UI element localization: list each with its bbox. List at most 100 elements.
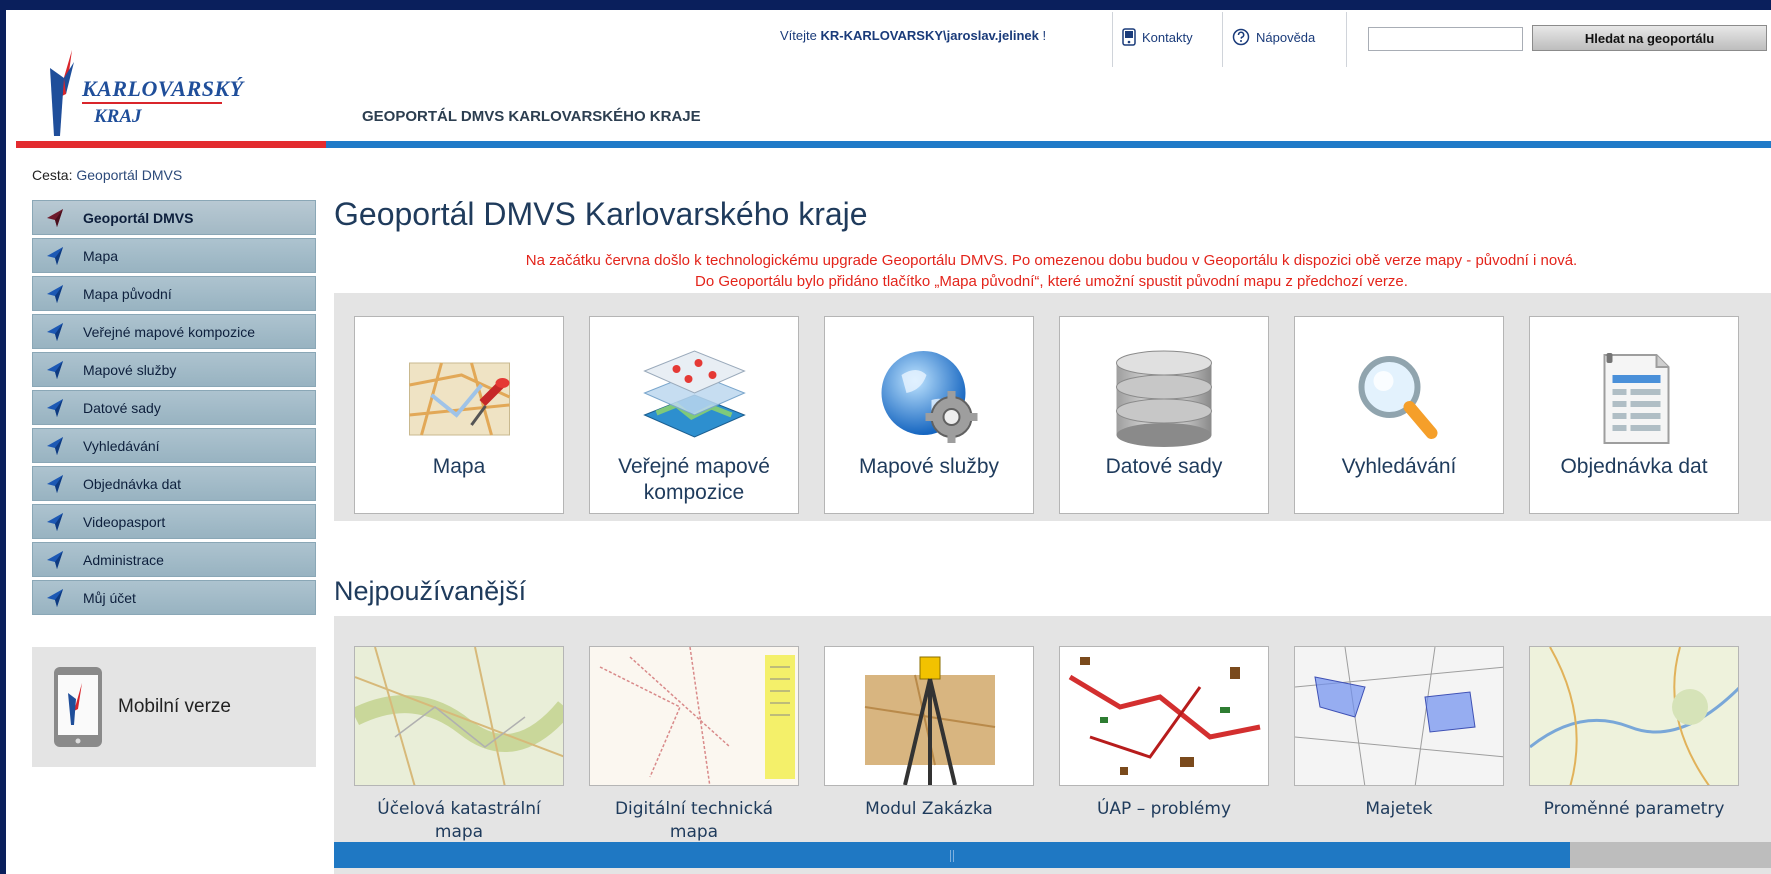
nav-arrow-icon	[47, 588, 63, 607]
header-divider	[1346, 12, 1347, 67]
sidebar-item-label: Mapové služby	[83, 361, 177, 378]
sidebar-item-muj-ucet[interactable]: Můj účet	[32, 580, 316, 615]
sidebar-item-label: Datové sady	[83, 399, 161, 416]
mobile-version-label: Mobilní verze	[118, 696, 231, 717]
breadcrumb-label: Cesta:	[32, 167, 73, 183]
tile-verejne-mapove-kompozice[interactable]: Veřejné mapové kompozice	[589, 316, 799, 514]
database-icon	[1116, 350, 1212, 447]
most-used-item[interactable]: Proměnné parametry	[1529, 646, 1739, 821]
sidebar-item-label: Mapa původní	[83, 285, 172, 302]
logo-text-line2: KRAJ	[94, 106, 142, 127]
tile-objednavka-dat[interactable]: Objednávka dat	[1529, 316, 1739, 514]
most-used-heading: Nejpoužívanější	[334, 576, 527, 606]
logo-underline	[82, 102, 222, 104]
username[interactable]: KR-KARLOVARSKY\jaroslav.jelinek	[820, 28, 1038, 43]
contacts-label: Kontakty	[1142, 29, 1193, 45]
most-used-carousel: Účelová katastrální mapa Digitální techn…	[334, 616, 1771, 874]
nav-arrow-icon	[47, 550, 63, 569]
notice-line-2: Do Geoportálu bylo přidáno tlačítko „Map…	[695, 273, 1408, 290]
sidebar-item-geoportal-dmvs[interactable]: Geoportál DMVS	[32, 200, 316, 235]
sidebar-item-label: Veřejné mapové kompozice	[83, 323, 255, 340]
header: KARLOVARSKÝ KRAJ GEOPORTÁL DMVS KARLOVAR…	[6, 10, 1771, 150]
sidebar-item-videopasport[interactable]: Videopasport	[32, 504, 316, 539]
welcome-suffix: !	[1038, 28, 1047, 43]
property-thumbnail	[1294, 646, 1504, 786]
sidebar-item-datove-sady[interactable]: Datové sady	[32, 390, 316, 425]
search-button[interactable]: Hledat na geoportálu	[1532, 25, 1767, 51]
most-used-label: Digitální technická mapa	[614, 799, 774, 842]
sidebar-item-label: Geoportál DMVS	[83, 209, 194, 226]
order-form-icon	[1603, 353, 1670, 444]
most-used-item[interactable]: Majetek	[1294, 646, 1504, 821]
logo-swoosh-icon	[50, 50, 74, 136]
help-icon	[1232, 28, 1250, 46]
most-used-item[interactable]: Digitální technická mapa	[589, 646, 799, 844]
help-link[interactable]: Nápověda	[1232, 28, 1315, 46]
sidebar-item-vyhledavani[interactable]: Vyhledávání	[32, 428, 316, 463]
order-module-thumbnail	[824, 646, 1034, 786]
nav-arrow-icon	[47, 284, 63, 303]
page: KARLOVARSKÝ KRAJ GEOPORTÁL DMVS KARLOVAR…	[6, 10, 1771, 874]
tile-label: Datové sady	[1105, 455, 1223, 478]
scrollbar-thumb[interactable]	[334, 842, 1570, 868]
nav-arrow-icon	[47, 474, 63, 493]
map-pin-icon	[409, 362, 511, 436]
welcome-prefix: Vítejte	[780, 28, 817, 43]
sidebar-item-administrace[interactable]: Administrace	[32, 542, 316, 577]
header-divider	[1222, 12, 1223, 67]
cadastral-map-thumbnail	[354, 646, 564, 786]
upgrade-notice: Na začátku června došlo k technologickém…	[334, 250, 1769, 292]
most-used-item[interactable]: Modul Zakázka	[824, 646, 1034, 821]
tile-mapa[interactable]: Mapa	[354, 316, 564, 514]
sidebar-item-mapa-puvodni[interactable]: Mapa původní	[32, 276, 316, 311]
sidebar-item-verejne-mapove-kompozice[interactable]: Veřejné mapové kompozice	[32, 314, 316, 349]
sidebar-item-label: Administrace	[83, 551, 164, 568]
most-used-label: Modul Zakázka	[865, 799, 993, 819]
tile-vyhledavani[interactable]: Vyhledávání	[1294, 316, 1504, 514]
contacts-link[interactable]: Kontakty	[1122, 28, 1193, 46]
scrollbar-grip-icon	[949, 850, 954, 862]
nav-arrow-icon	[47, 512, 63, 531]
sidebar-item-mapove-sluzby[interactable]: Mapové služby	[32, 352, 316, 387]
welcome-text: Vítejte KR-KARLOVARSKY\jaroslav.jelinek …	[780, 28, 1046, 43]
phone-icon	[1122, 28, 1136, 46]
magnifier-icon	[1358, 356, 1438, 439]
globe-gear-icon	[881, 351, 978, 443]
technical-map-thumbnail	[589, 646, 799, 786]
most-used-label: Proměnné parametry	[1543, 799, 1725, 819]
breadcrumb: Cesta: Geoportál DMVS	[32, 167, 182, 183]
sidebar-item-label: Mapa	[83, 247, 119, 264]
nav-arrow-icon	[47, 208, 63, 227]
tile-mapove-sluzby[interactable]: Mapové služby	[824, 316, 1034, 514]
most-used-label: Účelová katastrální mapa	[377, 799, 541, 842]
header-divider	[1112, 12, 1113, 67]
carousel-scrollbar[interactable]	[334, 842, 1771, 868]
sidebar-nav: Geoportál DMVS Mapa Mapa původní Veřejné…	[32, 200, 316, 618]
sidebar-item-label: Objednávka dat	[83, 475, 182, 492]
sidebar-item-objednavka-dat[interactable]: Objednávka dat	[32, 466, 316, 501]
tile-label: Veřejné mapové kompozice	[618, 455, 770, 504]
tile-label: Vyhledávání	[1341, 455, 1457, 478]
map-layers-icon	[643, 350, 746, 438]
sidebar-item-mapa[interactable]: Mapa	[32, 238, 316, 273]
logo-text-line1: KARLOVARSKÝ	[82, 76, 244, 101]
karlovarsky-kraj-logo[interactable]: KARLOVARSKÝ KRAJ	[46, 48, 256, 143]
notice-line-1: Na začátku června došlo k technologickém…	[525, 252, 1578, 269]
search-input[interactable]	[1368, 27, 1523, 51]
most-used-item[interactable]: Účelová katastrální mapa	[354, 646, 564, 844]
variable-parameters-thumbnail	[1529, 646, 1739, 786]
tile-datove-sady[interactable]: Datové sady	[1059, 316, 1269, 514]
breadcrumb-current[interactable]: Geoportál DMVS	[76, 167, 182, 183]
nav-arrow-icon	[47, 398, 63, 417]
tile-label: Mapové služby	[858, 455, 1000, 478]
sidebar-item-label: Videopasport	[83, 513, 166, 530]
site-name: GEOPORTÁL DMVS KARLOVARSKÉHO KRAJE	[362, 108, 701, 125]
quick-access-panel: Mapa Veřejné mapové kompozice Mapové slu…	[334, 293, 1771, 521]
tile-label: Mapa	[432, 455, 486, 478]
nav-arrow-icon	[47, 246, 63, 265]
header-red-bar	[16, 141, 326, 148]
uap-problems-thumbnail	[1059, 646, 1269, 786]
help-label: Nápověda	[1256, 29, 1316, 45]
mobile-version-button[interactable]: Mobilní verze	[32, 647, 316, 767]
most-used-item[interactable]: ÚAP – problémy	[1059, 646, 1269, 821]
